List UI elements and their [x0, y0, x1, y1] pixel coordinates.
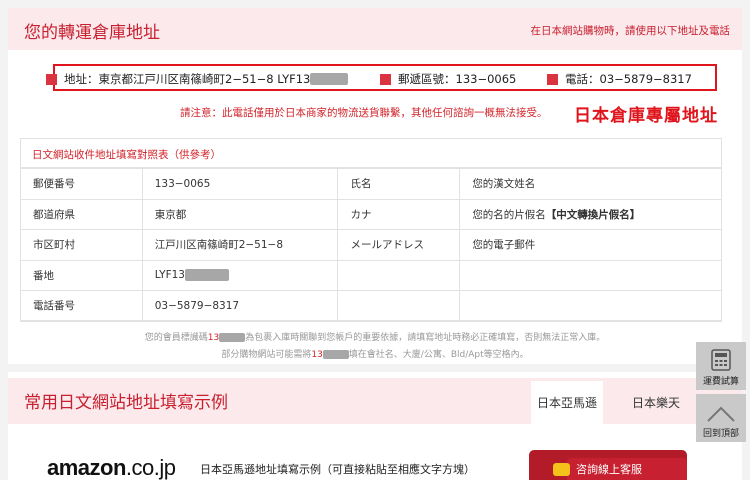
field-value [459, 290, 722, 322]
address-value: 東京都江戸川区南篠崎町2−51−8 LYF13 [98, 72, 311, 86]
lot-number-prefix: LYF13 [154, 269, 185, 282]
kana-hint: 您的名的片假名 [472, 208, 546, 221]
field-name: 郵便番号 [20, 168, 143, 200]
field-value: 江戸川区南篠崎町2−51−8 [141, 229, 339, 261]
amazon-example-description: 日本亞馬遜地址填寫示例（可直接粘貼至相應文字方塊） [200, 463, 475, 476]
back-to-top-button[interactable]: 回到頂部 [696, 394, 746, 442]
field-name: 氏名 [337, 168, 461, 200]
address-title-bar: 您的轉運倉庫地址 在日本網站購物時，請使用以下地址及電話 [8, 8, 742, 50]
footnote-text: 部分購物網站可能需將 [221, 350, 312, 360]
redacted-member-code [219, 333, 246, 342]
chat-bubble-icon [553, 462, 570, 476]
field-value: 您的名的片假名【中文轉換片假名】 [459, 198, 722, 230]
field-value: 東京都 [141, 198, 339, 230]
field-value: 133−0065 [141, 168, 339, 200]
redacted-member-code [322, 350, 349, 359]
bullet-square-icon [547, 73, 558, 85]
phone-value: 03−5879−8317 [599, 72, 692, 86]
tab-rakuten-japan[interactable]: 日本樂天 [620, 381, 692, 424]
member-code-prefix: 13 [311, 350, 323, 360]
online-support-inner[interactable]: 咨詢線上客服 [553, 458, 687, 480]
usage-hint: 在日本網站購物時，請使用以下地址及電話 [530, 25, 731, 37]
postal-code: 郵遞區號： 133−0065 [380, 71, 516, 87]
tab-amazon-japan[interactable]: 日本亞馬遜 [531, 381, 603, 424]
member-code-footnote: 您的會員標識碼13 為包裹入庫時關聯到您帳戶的重要依據，請填寫地址時務必正確填寫，… [0, 330, 750, 343]
page-title: 您的轉運倉庫地址 [24, 23, 160, 43]
table-row: 都道府県 東京都 カナ 您的名的片假名【中文轉換片假名】 [20, 198, 722, 230]
field-name: 番地 [20, 259, 143, 291]
amazon-logo-suffix: .co.jp [125, 455, 176, 480]
table-caption-row: 日文網站收件地址填寫對照表（供參考） [20, 138, 722, 168]
table-row: 電話番号 03−5879−8317 [20, 290, 722, 322]
phone-label: 電話： [565, 72, 600, 86]
form-field-table: 郵便番号 133−0065 氏名 您的漢文姓名 都道府県 東京都 カナ 您的名的… [20, 168, 722, 322]
footnote-text: 為包裹入庫時關聯到您帳戶的重要依據，請填寫地址時務必正確填寫，否則無法正常入庫。 [245, 333, 606, 343]
calculator-icon [711, 349, 731, 371]
examples-title: 常用日文網站地址填寫示例 [24, 393, 228, 413]
phone-usage-notice: 請注意：此電話僅用於日本商家的物流送貨聯繫，其他任何諮詢一概無法接受。 [180, 107, 548, 119]
field-name: 市区町村 [20, 229, 143, 261]
bullet-square-icon [380, 73, 391, 85]
member-code-prefix: 13 [207, 333, 220, 343]
back-to-top-label: 回到頂部 [702, 429, 739, 439]
online-support-button[interactable]: 咨詢線上客服 [529, 450, 687, 480]
field-value: 您的漢文姓名 [459, 168, 722, 200]
amazon-logo-main: amazon [47, 455, 126, 480]
company-field-footnote: 部分購物網站可能需將13 填在會社名、大廈/公寓、Bld/Apt等空格內。 [0, 347, 750, 360]
address-label: 地址： [64, 72, 99, 86]
field-value: LYF13 [141, 259, 339, 291]
shipping-calculator-label: 運費試算 [702, 377, 739, 387]
footnote-text: 填在會社名、大廈/公寓、Bld/Apt等空格內。 [348, 350, 529, 360]
postal-label: 郵遞區號： [398, 72, 456, 86]
table-caption: 日文網站收件地址填寫對照表（供參考） [32, 149, 221, 161]
online-support-label: 咨詢線上客服 [576, 463, 642, 476]
field-value: 03−5879−8317 [141, 290, 339, 322]
warehouse-address: 地址： 東京都江戸川区南篠崎町2−51−8 LYF13 [46, 71, 349, 87]
shipping-calculator-button[interactable]: 運費試算 [696, 342, 746, 390]
phone-number: 電話： 03−5879−8317 [547, 71, 692, 87]
field-name [337, 259, 461, 291]
field-value: 您的電子郵件 [459, 229, 722, 261]
redacted-member-code [310, 73, 349, 85]
redacted-member-code [184, 269, 229, 282]
table-row: 郵便番号 133−0065 氏名 您的漢文姓名 [20, 168, 722, 200]
field-name: 都道府県 [20, 198, 143, 230]
amazon-logo: amazon.co.jp [47, 455, 176, 480]
up-chevron-icon [707, 406, 735, 422]
exclusive-address-label: 日本倉庫專屬地址 [574, 106, 718, 126]
table-row: 番地 LYF13 [20, 259, 722, 291]
kana-convert-note: 【中文轉換片假名】 [545, 208, 641, 221]
field-name: メールアドレス [337, 229, 461, 261]
postal-value: 133−0065 [455, 72, 517, 86]
field-name [337, 290, 461, 322]
field-name: 電話番号 [20, 290, 143, 322]
field-name: カナ [337, 198, 461, 230]
field-value [459, 259, 722, 291]
bullet-square-icon [46, 73, 57, 85]
footnote-text: 您的會員標識碼 [144, 333, 208, 343]
table-row: 市区町村 江戸川区南篠崎町2−51−8 メールアドレス 您的電子郵件 [20, 229, 722, 261]
